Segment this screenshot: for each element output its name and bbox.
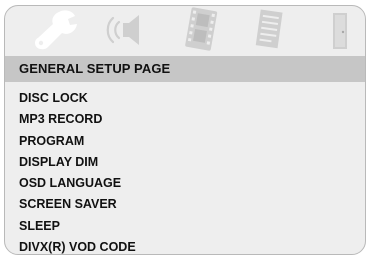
menu-item-sleep[interactable]: SLEEP	[19, 216, 136, 237]
setup-options-list: DISC LOCK MP3 RECORD PROGRAM DISPLAY DIM…	[19, 88, 136, 254]
setup-tab-bar	[5, 6, 365, 53]
menu-item-program[interactable]: PROGRAM	[19, 131, 136, 152]
menu-item-mp3-record[interactable]: MP3 RECORD	[19, 109, 136, 130]
wrench-icon[interactable]	[29, 6, 81, 53]
film-strip-icon[interactable]	[179, 6, 223, 53]
setup-menu-screen: GENERAL SETUP PAGE DISC LOCK MP3 RECORD …	[4, 5, 366, 255]
menu-item-disc-lock[interactable]: DISC LOCK	[19, 88, 136, 109]
page-title: GENERAL SETUP PAGE	[19, 61, 171, 76]
menu-item-osd-language[interactable]: OSD LANGUAGE	[19, 173, 136, 194]
document-icon[interactable]	[250, 6, 290, 53]
menu-item-display-dim[interactable]: DISPLAY DIM	[19, 152, 136, 173]
door-icon[interactable]	[325, 6, 355, 53]
speaker-icon[interactable]	[101, 6, 145, 53]
menu-item-screen-saver[interactable]: SCREEN SAVER	[19, 194, 136, 215]
menu-item-divx-vod-code[interactable]: DIVX(R) VOD CODE	[19, 237, 136, 254]
